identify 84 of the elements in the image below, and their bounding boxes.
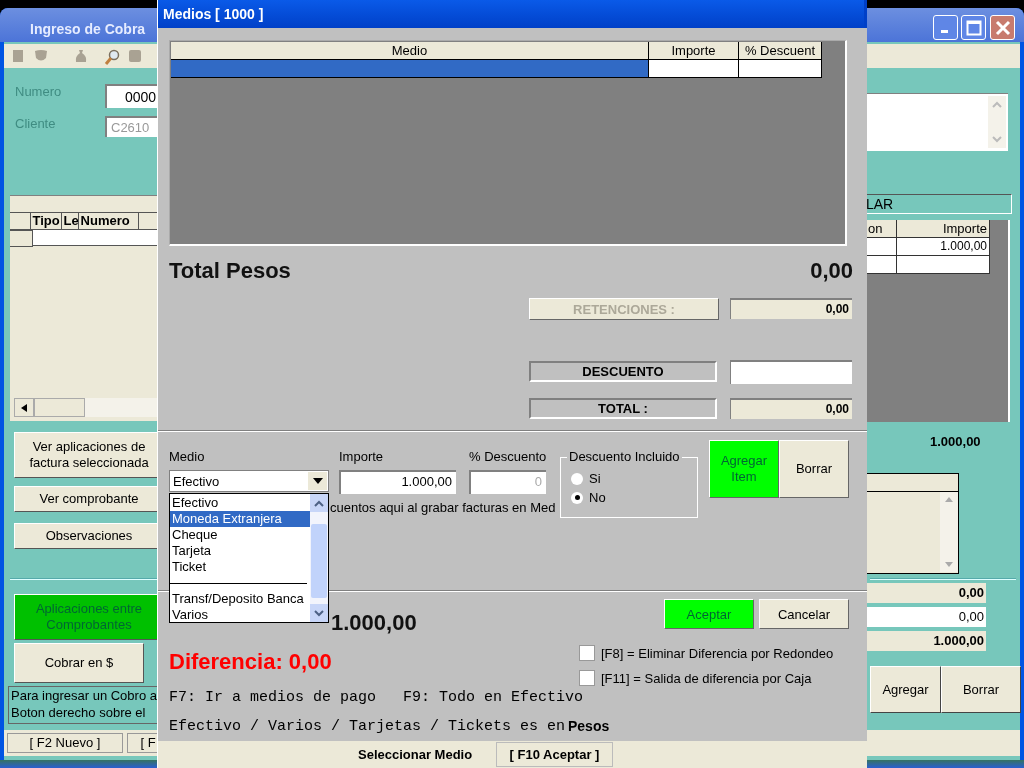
radio-option[interactable]: Si	[571, 471, 601, 486]
hint-text: Boton derecho sobre el	[11, 704, 147, 721]
column-header[interactable]: on	[866, 220, 897, 238]
item-button[interactable]: Agregar Item	[709, 440, 779, 498]
square-icon[interactable]	[129, 49, 141, 63]
item-button[interactable]: Borrar	[779, 440, 849, 498]
vertical-scrollbar[interactable]	[310, 494, 328, 622]
radio-button[interactable]	[571, 472, 583, 485]
document-icon[interactable]	[12, 49, 24, 63]
memo-field[interactable]	[866, 93, 1008, 151]
invoice-total: 1.000,00	[331, 610, 417, 636]
radio-button[interactable]	[571, 491, 583, 504]
total-value: 0,00	[730, 398, 852, 419]
status-text: Seleccionar Medio	[358, 747, 473, 762]
dialog-button[interactable]: Aceptar	[664, 599, 754, 629]
window-title: Medios [ 1000 ]	[163, 6, 264, 22]
up-arrow-icon[interactable]	[945, 497, 953, 502]
table-cell[interactable]	[171, 60, 649, 78]
column-header[interactable]: Importe	[649, 42, 739, 60]
dropdown-item[interactable]: Cheque	[170, 527, 310, 543]
dropdown-list[interactable]: Efectivo Moneda Extranjera Cheque Tarjeta Ticket Transf/Deposito Banca Varios	[169, 493, 329, 623]
dropdown-item[interactable]: Efectivo	[170, 495, 310, 511]
table-cell[interactable]	[739, 60, 822, 78]
total-label: TOTAL :	[529, 398, 717, 419]
radio-option[interactable]: No	[571, 490, 606, 505]
total-field[interactable]: 0,00	[866, 607, 986, 627]
down-arrow-icon[interactable]	[945, 562, 953, 567]
scroll-thumb[interactable]	[311, 524, 327, 598]
shortcut-hint: F7: Ir a medios de pago	[169, 689, 377, 706]
currency-note: Efectivo / Varios / Tarjetas / Tickets es en	[169, 718, 566, 735]
status-panel: [ F2 Nuevo ]	[7, 733, 123, 753]
dropdown-item[interactable]: Tarjeta	[170, 543, 310, 559]
dialog-button[interactable]: Cancelar	[759, 599, 849, 629]
window-title: Ingreso de Cobra	[30, 21, 146, 37]
status-panel: [ F10 Aceptar ]	[496, 742, 613, 767]
field-label: % Descuento	[469, 449, 547, 464]
vertical-scrollbar[interactable]	[940, 492, 958, 572]
scroll-left-button[interactable]	[14, 398, 34, 417]
currency-label: Pesos	[568, 718, 610, 734]
side-button[interactable]: Agregar	[870, 666, 941, 713]
table-cell[interactable]	[649, 60, 739, 78]
column-header[interactable]: % Descuent	[739, 42, 822, 60]
total-label: Total Pesos	[169, 258, 291, 284]
dropdown-item[interactable]: Transf/Deposito Banca	[170, 591, 310, 607]
minimize-button[interactable]	[933, 15, 958, 40]
checkbox[interactable]	[579, 645, 595, 661]
medio-dropdown[interactable]: Efectivo	[169, 470, 329, 492]
sum-value: 1.000,00	[930, 434, 981, 449]
side-button[interactable]: Borrar	[941, 666, 1021, 713]
section-label: LAR	[866, 194, 1012, 214]
column-header[interactable]: Importe	[897, 220, 990, 238]
shortcut-hint: F9: Todo en Efectivo	[403, 689, 584, 706]
importe-field[interactable]: 1.000,00	[339, 470, 456, 494]
search-icon[interactable]	[104, 49, 120, 65]
field-label: Numero	[15, 84, 62, 99]
checkbox-option[interactable]: [F8] = Eliminar Diferencia por Redondeo	[579, 645, 834, 661]
table-cell: 1.000,00	[897, 238, 990, 256]
checkbox[interactable]	[579, 670, 595, 686]
field-label: Cliente	[15, 116, 56, 131]
retenciones-value: 0,00	[730, 298, 852, 319]
dropdown-item[interactable]: Moneda Extranjera	[170, 511, 310, 527]
note-text: cuentos aqui al grabar facturas en Med	[330, 500, 557, 515]
horizontal-scrollbar[interactable]	[14, 398, 160, 417]
list-box[interactable]	[866, 473, 959, 574]
field-label: Importe	[339, 449, 384, 464]
grid-row[interactable]	[33, 230, 160, 246]
left-arrow-icon[interactable]	[21, 403, 27, 412]
shield-icon[interactable]	[34, 49, 48, 63]
total-field: 0,00	[866, 583, 986, 603]
cobrar-button[interactable]: Cobrar en $	[14, 643, 144, 683]
checkbox-option[interactable]: [F11] = Salida de diferencia por Caja	[579, 670, 812, 686]
hint-text: Para ingresar un Cobro a	[11, 687, 158, 704]
dropdown-item[interactable]: Varios	[170, 607, 310, 623]
dropdown-item[interactable]: Ticket	[170, 559, 310, 575]
discount-field[interactable]	[730, 360, 852, 384]
group-label: Descuento Incluido	[567, 449, 682, 464]
discount-label: DESCUENTO	[529, 361, 717, 382]
total-field: 1.000,00	[866, 631, 986, 651]
difference-text: Diferencia: 0,00	[169, 649, 332, 675]
total-value: 0,00	[810, 258, 853, 284]
field-label: Medio	[169, 449, 205, 464]
bag-icon[interactable]	[74, 49, 88, 63]
row-header	[10, 212, 31, 230]
column-header[interactable]: Medio	[171, 42, 649, 60]
